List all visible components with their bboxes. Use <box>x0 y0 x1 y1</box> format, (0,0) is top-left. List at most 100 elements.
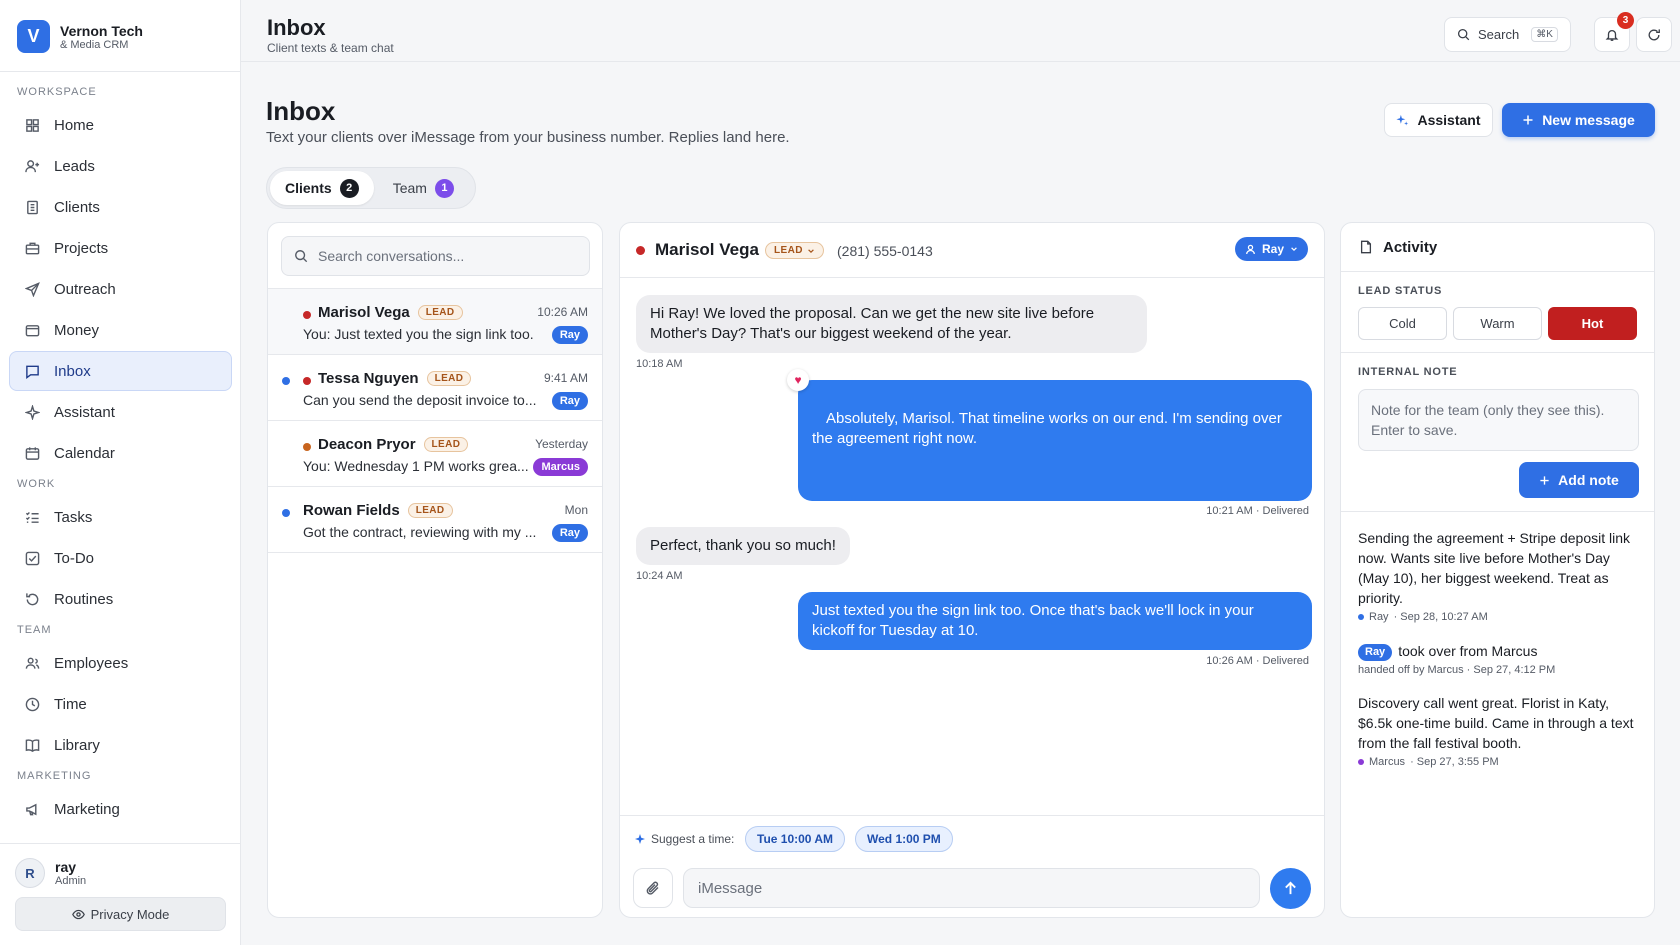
conversation-item[interactable]: Rowan Fields LEAD Mon Got the contract, r… <box>268 487 602 553</box>
activity-handoff: Ray took over from Marcus <box>1358 641 1643 661</box>
conversation-item[interactable]: Deacon Pryor LEAD Yesterday You: Wednesda… <box>268 421 602 487</box>
message-bubble-incoming[interactable]: Perfect, thank you so much! <box>636 527 850 565</box>
sidebar-item-calendar[interactable]: Calendar <box>9 433 232 473</box>
sidebar-item-leads[interactable]: Leads <box>9 146 232 186</box>
sidebar-item-label: Time <box>54 695 87 713</box>
message-meta: 10:24 AM <box>636 570 683 582</box>
checkbox-icon <box>24 550 40 566</box>
refresh-icon <box>24 591 40 607</box>
conversation-item[interactable]: Marisol Vega LEAD 10:26 AM You: Just text… <box>268 289 602 355</box>
chat-icon <box>24 363 40 379</box>
heart-reaction-icon[interactable]: ♥ <box>787 369 809 391</box>
conversation-search-input[interactable]: Search conversations... <box>281 236 590 276</box>
owner-badge: Ray <box>551 392 588 410</box>
brand[interactable]: V Vernon Tech & Media CRM <box>17 20 143 53</box>
sidebar-item-money[interactable]: Money <box>9 310 232 350</box>
topbar: Inbox Client texts & team chat Search ⌘K… <box>241 0 1680 62</box>
activity-entry: Ray took over from Marcus handed off by M… <box>1358 641 1643 676</box>
sidebar-item-label: Tasks <box>54 508 93 526</box>
sidebar-item-clients[interactable]: Clients <box>9 187 232 227</box>
new-message-button[interactable]: New message <box>1502 103 1655 137</box>
suggested-time-chip[interactable]: Wed 1:00 PM <box>855 826 953 852</box>
activity-time: · Sep 27, 3:55 PM <box>1410 756 1499 768</box>
privacy-mode-button[interactable]: Privacy Mode <box>15 897 226 931</box>
user-chip: Ray <box>1358 644 1393 661</box>
conversation-item[interactable]: Tessa Nguyen LEAD 9:41 AM Can you send th… <box>268 355 602 421</box>
sidebar-item-label: Money <box>54 321 100 339</box>
sidebar-item-projects[interactable]: Projects <box>9 228 232 268</box>
search-shortcut: ⌘K <box>1531 27 1558 42</box>
tab-label: Clients <box>285 180 332 196</box>
refresh-button[interactable] <box>1636 17 1672 52</box>
tab-team[interactable]: Team 1 <box>378 171 469 205</box>
assignee-dropdown[interactable]: Ray <box>1234 237 1308 261</box>
internal-note-label: INTERNAL NOTE <box>1358 366 1458 378</box>
contact-name: Rowan Fields <box>303 502 400 519</box>
suggest-time-text: Suggest a time: <box>651 832 735 846</box>
sidebar-item-inbox[interactable]: Inbox <box>9 351 232 391</box>
sidebar-item-time[interactable]: Time <box>9 684 232 724</box>
activity-meta: handed off by Marcus · Sep 27, 4:12 PM <box>1358 664 1556 676</box>
message-bubble-incoming[interactable]: Hi Ray! We loved the proposal. Can we ge… <box>636 295 1147 353</box>
sidebar-item-label: Leads <box>54 157 95 175</box>
activity-author: Ray <box>1369 611 1389 623</box>
topbar-title: Inbox <box>267 15 326 40</box>
chat-header: Marisol Vega LEAD (281) 555-0143 Ray <box>620 223 1324 278</box>
suggested-time-chip[interactable]: Tue 10:00 AM <box>745 826 846 852</box>
lead-status-dot <box>303 377 311 385</box>
user-profile[interactable]: R ray Admin <box>15 858 225 888</box>
message-input-placeholder: iMessage <box>698 879 763 897</box>
conversation-name-row: Deacon Pryor LEAD <box>318 436 469 453</box>
paperclip-icon <box>645 880 661 896</box>
nav-section-label: TEAM <box>17 624 52 636</box>
divider <box>1341 511 1654 512</box>
sidebar-item-employees[interactable]: Employees <box>9 643 232 683</box>
message-input[interactable]: iMessage <box>683 868 1260 908</box>
status-warm-button[interactable]: Warm <box>1453 307 1542 340</box>
sidebar-item-todo[interactable]: To-Do <box>9 538 232 578</box>
status-hot-button[interactable]: Hot <box>1548 307 1637 340</box>
sidebar-item-marketing[interactable]: Marketing <box>9 789 232 829</box>
user-name: ray <box>55 858 77 875</box>
lead-status-dot <box>303 311 311 319</box>
page-title: Inbox <box>266 96 336 126</box>
message-bubble-outgoing[interactable]: Absolutely, Marisol. That timeline works… <box>798 380 1312 501</box>
attach-button[interactable] <box>633 868 673 908</box>
send-button[interactable] <box>1270 868 1311 909</box>
activity-text: took over from Marcus <box>1398 643 1538 659</box>
sidebar-item-home[interactable]: Home <box>9 105 232 145</box>
tab-clients[interactable]: Clients 2 <box>270 171 374 205</box>
refresh-icon <box>1647 28 1661 42</box>
sidebar-item-label: Outreach <box>54 280 116 298</box>
search-placeholder: Search conversations... <box>318 248 465 264</box>
sidebar-item-tasks[interactable]: Tasks <box>9 497 232 537</box>
status-cold-button[interactable]: Cold <box>1358 307 1447 340</box>
plus-icon <box>1539 475 1550 486</box>
document-icon <box>1359 240 1373 254</box>
arrow-up-icon <box>1283 881 1298 896</box>
sidebar-item-label: Projects <box>54 239 109 257</box>
lead-stage-dropdown[interactable]: LEAD <box>765 242 824 259</box>
global-search-button[interactable]: Search ⌘K <box>1444 17 1571 52</box>
add-note-button[interactable]: Add note <box>1519 462 1639 498</box>
internal-note-input[interactable]: Note for the team (only they see this). … <box>1358 389 1639 451</box>
users-icon <box>24 655 40 671</box>
message-meta: 10:26 AM · Delivered <box>1206 655 1309 667</box>
assignee-label: Ray <box>1261 242 1284 256</box>
sidebar-item-routines[interactable]: Routines <box>9 579 232 619</box>
notifications-button[interactable]: 3 <box>1594 12 1634 52</box>
conversation-name-row: Marisol Vega LEAD <box>318 304 463 321</box>
notification-count-badge: 3 <box>1617 12 1634 29</box>
eye-icon <box>71 908 85 921</box>
lead-tag: LEAD <box>407 503 453 518</box>
sidebar-item-assistant[interactable]: Assistant <box>9 392 232 432</box>
sidebar-item-library[interactable]: Library <box>9 725 232 765</box>
sparkle-icon <box>24 404 40 420</box>
sidebar-item-outreach[interactable]: Outreach <box>9 269 232 309</box>
tab-count-badge: 1 <box>434 178 454 198</box>
message-bubble-outgoing[interactable]: Just texted you the sign link too. Once … <box>798 592 1312 650</box>
conversation-time: 10:26 AM <box>537 305 588 319</box>
brand-logo: V <box>17 20 50 53</box>
clock-icon <box>24 696 40 712</box>
assistant-button[interactable]: Assistant <box>1384 103 1493 137</box>
